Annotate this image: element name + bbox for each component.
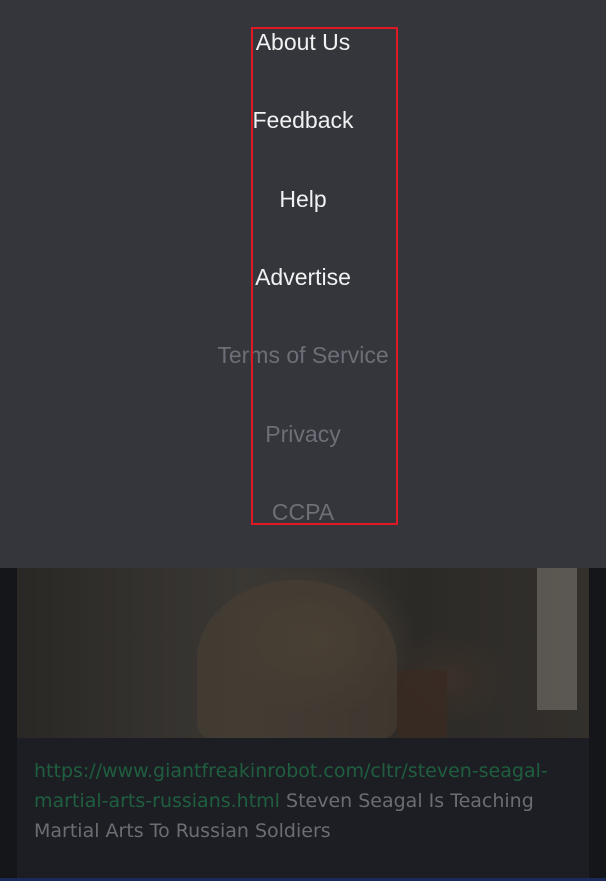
- menu-item-privacy[interactable]: Privacy: [0, 419, 606, 449]
- menu-item-ccpa[interactable]: CCPA: [0, 497, 606, 527]
- menu-item-advertise[interactable]: Advertise: [0, 262, 606, 292]
- post-caption: https://www.giantfreakinrobot.com/cltr/s…: [17, 738, 589, 881]
- menu-item-terms-of-service[interactable]: Terms of Service: [0, 340, 606, 370]
- menu-item-feedback[interactable]: Feedback: [0, 105, 606, 135]
- menu-item-help[interactable]: Help: [0, 184, 606, 214]
- footer-menu-panel: About Us Feedback Help Advertise Terms o…: [0, 0, 606, 568]
- page: https://www.giantfreakinrobot.com/cltr/s…: [0, 0, 606, 881]
- menu-item-about-us[interactable]: About Us: [0, 27, 606, 57]
- thumbnail-light: [537, 560, 577, 710]
- thumbnail-glass: [397, 670, 447, 738]
- thumbnail-figure: [197, 580, 397, 738]
